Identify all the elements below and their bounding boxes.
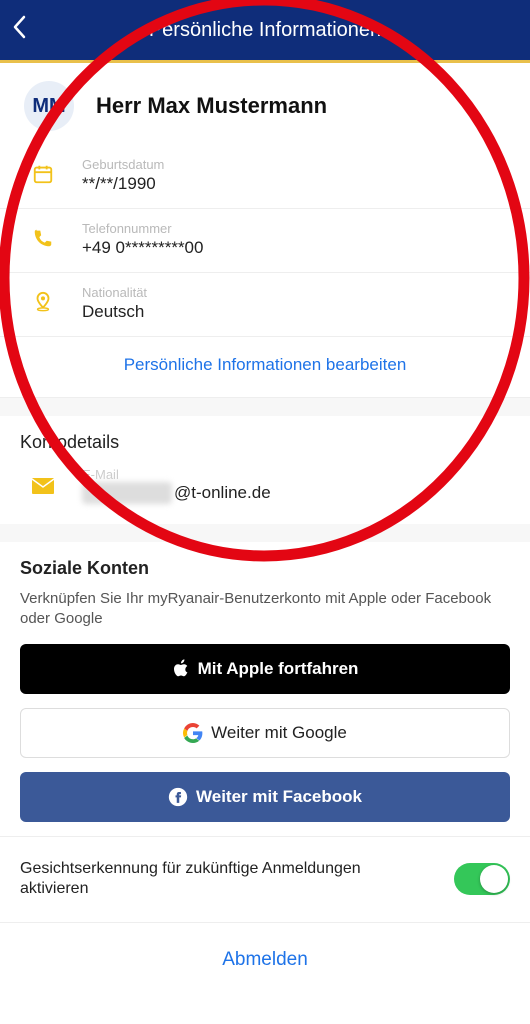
section-divider: [0, 524, 530, 542]
faceid-row: Gesichtserkennung für zukünftige Anmeldu…: [0, 836, 530, 924]
phone-label: Telefonnummer: [82, 221, 203, 236]
email-value: @t-online.de: [82, 482, 271, 504]
row-nationality: Nationalität Deutsch: [0, 273, 530, 337]
content: MM Herr Max Mustermann Geburtsdatum **/*…: [0, 63, 530, 1024]
back-chevron-icon[interactable]: [12, 15, 26, 46]
nationality-value: Deutsch: [82, 302, 147, 322]
google-button-label: Weiter mit Google: [211, 723, 347, 743]
email-label: E-Mail: [82, 467, 271, 482]
birthdate-label: Geburtsdatum: [82, 157, 164, 172]
email-suffix: @t-online.de: [174, 483, 271, 503]
header-bar: Persönliche Informationen: [0, 0, 530, 60]
edit-personal-info-link[interactable]: Persönliche Informationen bearbeiten: [0, 337, 530, 398]
row-birthdate: Geburtsdatum **/**/1990: [0, 145, 530, 209]
toggle-knob: [480, 865, 508, 893]
row-email: E-Mail @t-online.de: [0, 461, 530, 524]
apple-button-label: Mit Apple fortfahren: [198, 659, 359, 679]
mail-icon: [28, 477, 58, 495]
row-phone: Telefonnummer +49 0*********00: [0, 209, 530, 273]
account-section-title: Kontodetails: [0, 416, 530, 461]
faceid-toggle[interactable]: [454, 863, 510, 895]
social-section-title: Soziale Konten: [0, 542, 530, 587]
continue-with-apple-button[interactable]: Mit Apple fortfahren: [20, 644, 510, 694]
continue-with-facebook-button[interactable]: Weiter mit Facebook: [20, 772, 510, 822]
user-display-name: Herr Max Mustermann: [96, 93, 327, 119]
continue-with-google-button[interactable]: Weiter mit Google: [20, 708, 510, 758]
calendar-icon: [28, 163, 58, 185]
apple-logo-icon: [172, 659, 190, 679]
logout-link[interactable]: Abmelden: [0, 923, 530, 997]
avatar: MM: [24, 81, 74, 131]
page-title: Persönliche Informationen: [149, 19, 381, 42]
facebook-button-label: Weiter mit Facebook: [196, 787, 362, 807]
faceid-label: Gesichtserkennung für zukünftige Anmeldu…: [20, 859, 380, 901]
nationality-label: Nationalität: [82, 285, 147, 300]
section-divider: [0, 398, 530, 416]
facebook-logo-icon: [168, 787, 188, 807]
google-logo-icon: [183, 723, 203, 743]
birthdate-value: **/**/1990: [82, 174, 164, 194]
email-redacted: [82, 482, 172, 504]
phone-value: +49 0*********00: [82, 238, 203, 258]
phone-icon: [28, 227, 58, 249]
social-section-sub: Verknüpfen Sie Ihr myRyanair-Benutzerkon…: [0, 587, 530, 644]
screen: Persönliche Informationen MM Herr Max Mu…: [0, 0, 530, 1024]
location-pin-icon: [28, 291, 58, 313]
user-summary: MM Herr Max Mustermann: [0, 63, 530, 145]
